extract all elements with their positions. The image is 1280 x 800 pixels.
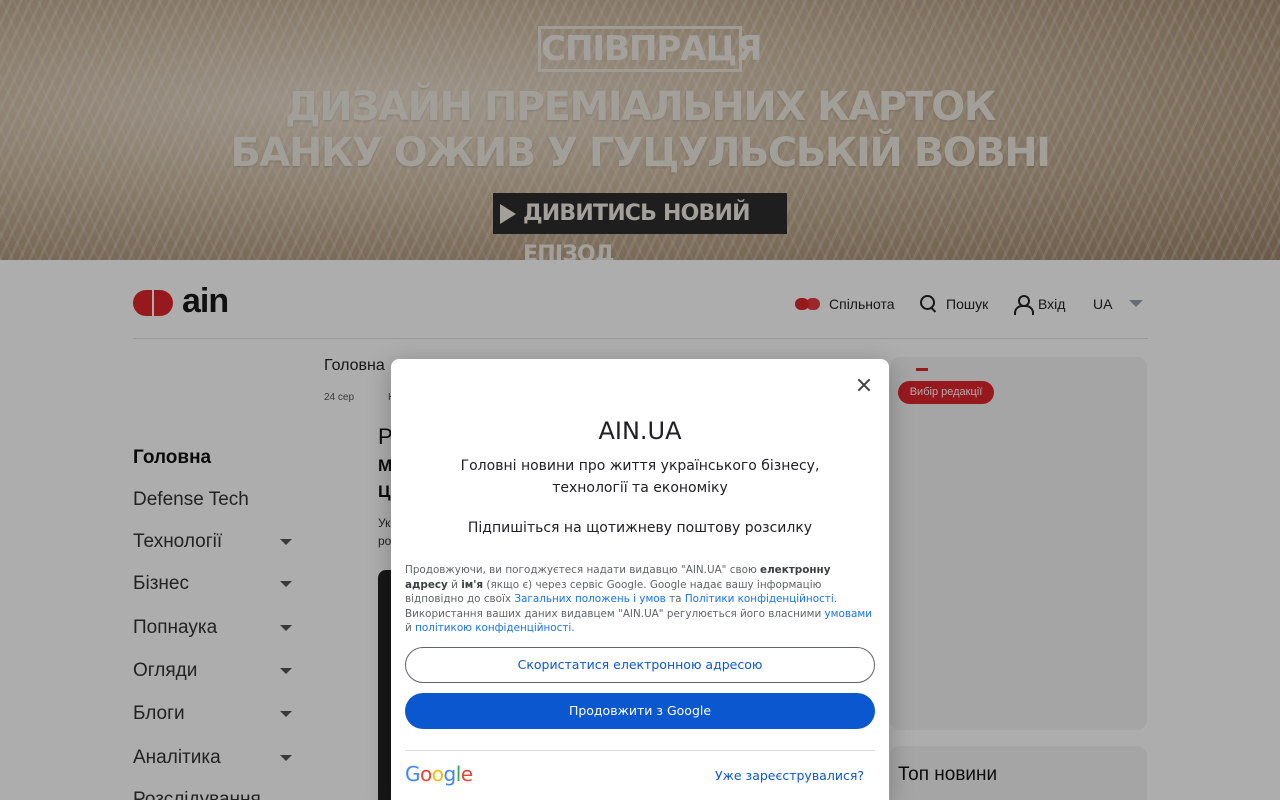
terms-link[interactable]: Загальних положень і умов [514,593,665,605]
dialog-legal-text: Продовжуючи, ви погоджуєтеся надати вида… [405,564,872,634]
close-icon[interactable] [855,376,873,394]
privacy-policy-link[interactable]: Політики конфіденційності [685,593,834,605]
use-email-button[interactable]: Скористатися електронною адресою [405,647,875,683]
dialog-divider [405,750,875,751]
already-registered-link[interactable]: Уже зареєструвалися? [711,768,864,783]
subscribe-dialog: AIN.UA Головні новини про життя українсь… [391,359,889,800]
dialog-title: AIN.UA [598,417,682,445]
publisher-privacy-link[interactable]: політикою конфіденційності [415,622,571,634]
continue-with-google-button[interactable]: Продовжити з Google [405,693,875,729]
google-logo: Google [405,762,473,786]
dialog-subtitle: Головні новини про життя українського бі… [460,458,820,496]
dialog-subscribe-text: Підпишіться на щотижневу поштову розсилк… [467,520,813,536]
publisher-terms-link[interactable]: умовами [825,608,872,620]
